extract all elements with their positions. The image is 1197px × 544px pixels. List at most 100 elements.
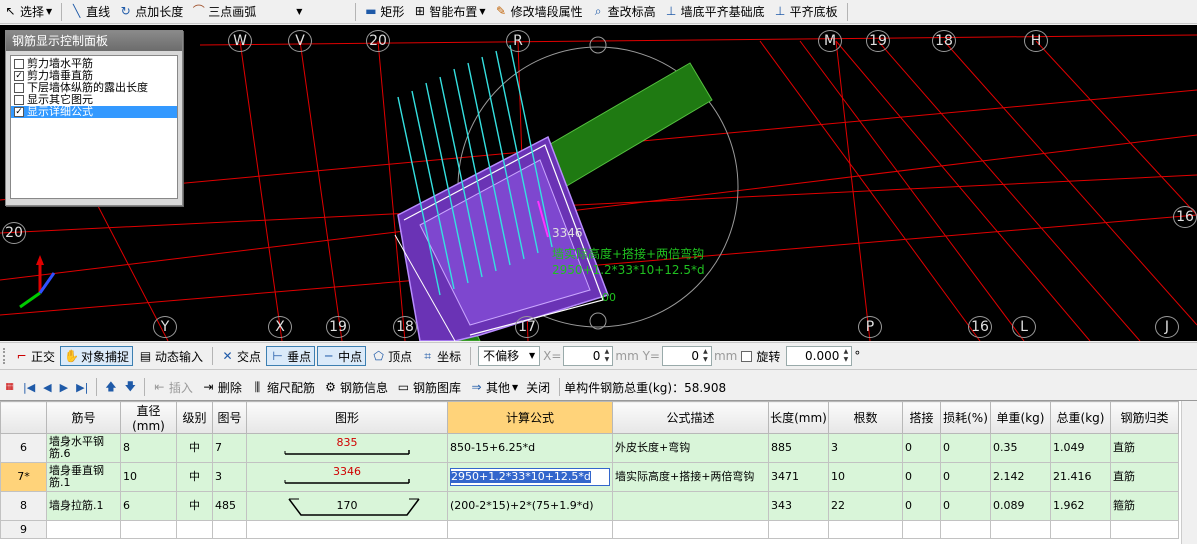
table-cell[interactable]: 485 xyxy=(212,491,247,521)
rebar-info-button[interactable]: ⚙ 钢筋信息 xyxy=(320,377,391,397)
table-cell[interactable]: 850-15+6.25*d xyxy=(447,433,613,463)
column-header[interactable]: 图号 xyxy=(212,401,247,434)
rotate-input[interactable]: 0.000 ▲ ▼ xyxy=(786,346,853,366)
row-header[interactable]: 6 xyxy=(0,433,47,463)
spinner-icon[interactable]: ▲ ▼ xyxy=(701,348,710,364)
table-cell[interactable] xyxy=(246,520,448,539)
next-record-icon[interactable]: ▶ xyxy=(56,381,72,394)
move-up-icon[interactable]: 🡅 xyxy=(101,378,120,397)
table-cell[interactable]: 343 xyxy=(768,491,829,521)
table-cell[interactable]: 1.962 xyxy=(1050,491,1111,521)
table-cell[interactable]: 0.089 xyxy=(990,491,1051,521)
table-cell[interactable]: 1.049 xyxy=(1050,433,1111,463)
table-cell[interactable]: 0 xyxy=(940,433,991,463)
table-row[interactable]: 6 墙身水平钢筋.6 8 中 7 835 850-15+6.25*d 外皮长度+弯钩 885 3 0… xyxy=(0,433,1179,463)
table-cell[interactable] xyxy=(612,520,769,539)
object-snap-button[interactable]: ✋ 对象捕捉 xyxy=(60,346,134,366)
table-cell[interactable]: 10 xyxy=(120,462,177,492)
table-cell[interactable]: 墙身水平钢筋.6 xyxy=(46,433,121,463)
other-button[interactable]: ⇒ 其他 ▼ xyxy=(466,377,521,397)
table-cell[interactable]: 0.35 xyxy=(990,433,1051,463)
column-header[interactable]: 长度(mm) xyxy=(768,401,829,434)
table-cell[interactable]: 10 xyxy=(828,462,903,492)
table-cell[interactable]: 直筋 xyxy=(1110,433,1179,463)
table-cell[interactable]: 835 xyxy=(246,433,448,463)
table-cell[interactable] xyxy=(990,520,1051,539)
checkbox[interactable] xyxy=(14,83,24,93)
rebar-library-button[interactable]: ▭ 钢筋图库 xyxy=(393,377,464,397)
table-cell[interactable] xyxy=(1110,520,1179,539)
scale-rebar-button[interactable]: ⫼ 缩尺配筋 xyxy=(247,377,318,397)
table-cell[interactable]: 2.142 xyxy=(990,462,1051,492)
rectangle-button[interactable]: ▬ 矩形 xyxy=(360,2,407,22)
table-cell[interactable] xyxy=(447,520,613,539)
table-cell[interactable]: 墙身拉筋.1 xyxy=(46,491,121,521)
midpoint-button[interactable]: ─ 中点 xyxy=(317,346,367,366)
table-cell[interactable]: 0 xyxy=(902,433,941,463)
y-input[interactable]: 0 ▲ ▼ xyxy=(661,346,712,366)
table-cell[interactable] xyxy=(902,520,941,539)
table-cell[interactable]: 0 xyxy=(940,462,991,492)
column-header[interactable] xyxy=(0,401,47,434)
panel-option-detail-formula[interactable]: ✓ 显示详细公式 xyxy=(11,106,177,118)
modify-wall-button[interactable]: ✎ 修改墙段属性 xyxy=(491,2,586,22)
table-cell[interactable]: 3 xyxy=(828,433,903,463)
coordinate-button[interactable]: ⌗ 坐标 xyxy=(417,346,464,366)
table-cell[interactable]: 中 xyxy=(176,433,213,463)
table-cell[interactable]: 3346 xyxy=(246,462,448,492)
first-record-icon[interactable]: |◀ xyxy=(19,381,39,394)
row-header[interactable]: 7* xyxy=(0,462,47,492)
column-header[interactable]: 总重(kg) xyxy=(1050,401,1111,434)
table-cell[interactable] xyxy=(212,520,247,539)
table-cell[interactable]: 3 xyxy=(212,462,247,492)
checkbox[interactable] xyxy=(14,95,24,105)
table-cell[interactable] xyxy=(1050,520,1111,539)
table-cell[interactable]: 中 xyxy=(176,462,213,492)
table-cell[interactable] xyxy=(612,491,769,521)
wall-align-base-button[interactable]: ⊥ 墙底平齐基础底 xyxy=(661,2,768,22)
column-header[interactable]: 级别 xyxy=(176,401,213,434)
table-cell[interactable] xyxy=(768,520,829,539)
column-header[interactable]: 公式描述 xyxy=(612,401,769,434)
arc-button[interactable]: ⌒ 三点画弧 ▼ xyxy=(188,2,305,22)
vertical-scrollbar[interactable] xyxy=(1181,401,1197,544)
spinner-icon[interactable]: ▲ ▼ xyxy=(841,348,850,364)
table-cell[interactable]: 墙实际高度+搭接+两倍弯钩 xyxy=(612,462,769,492)
offset-select[interactable]: 不偏移 ▼ xyxy=(478,346,541,366)
column-header[interactable]: 筋号 xyxy=(46,401,121,434)
table-cell[interactable]: 0 xyxy=(902,462,941,492)
select-button[interactable]: ↖ 选择 ▼ xyxy=(0,2,55,22)
column-header[interactable]: 钢筋归类 xyxy=(1110,401,1179,434)
table-cell[interactable]: 直筋 xyxy=(1110,462,1179,492)
table-cell[interactable] xyxy=(120,520,177,539)
table-cell[interactable] xyxy=(176,520,213,539)
table-cell[interactable]: 8 xyxy=(120,433,177,463)
column-header[interactable]: 单重(kg) xyxy=(990,401,1051,434)
column-header[interactable]: 图形 xyxy=(246,401,448,434)
table-cell[interactable] xyxy=(940,520,991,539)
table-cell[interactable]: 6 xyxy=(120,491,177,521)
x-input[interactable]: 0 ▲ ▼ xyxy=(563,346,614,366)
checkbox[interactable] xyxy=(14,59,24,69)
dynamic-input-button[interactable]: ▤ 动态输入 xyxy=(135,346,206,366)
column-header[interactable]: 搭接 xyxy=(902,401,941,434)
table-cell[interactable]: 墙身垂直钢筋.1 xyxy=(46,462,121,492)
close-button[interactable]: 关闭 xyxy=(523,377,553,397)
table-cell[interactable]: 170 xyxy=(246,491,448,521)
perpendicular-button[interactable]: ⊢ 垂点 xyxy=(266,346,316,366)
checkbox[interactable]: ✓ xyxy=(14,107,24,117)
table-cell[interactable]: 外皮长度+弯钩 xyxy=(612,433,769,463)
table-cell[interactable]: (200-2*15)+2*(75+1.9*d) xyxy=(447,491,613,521)
rotate-checkbox[interactable] xyxy=(741,350,753,362)
point-length-button[interactable]: ↻ 点加长度 xyxy=(115,2,186,22)
formula-editor[interactable]: 2950+1.2*33*10+12.5*d xyxy=(450,468,610,486)
table-cell[interactable]: 0 xyxy=(902,491,941,521)
column-header[interactable]: 损耗(%) xyxy=(940,401,991,434)
check-elevation-button[interactable]: ⌕ 查改标高 xyxy=(588,2,659,22)
column-header[interactable]: 根数 xyxy=(828,401,903,434)
table-cell[interactable]: 箍筋 xyxy=(1110,491,1179,521)
align-slab-button[interactable]: ⊥ 平齐底板 xyxy=(770,2,841,22)
table-cell[interactable]: 22 xyxy=(828,491,903,521)
smart-layout-button[interactable]: ⊞ 智能布置 ▼ xyxy=(409,2,488,22)
intersection-button[interactable]: ✕ 交点 xyxy=(217,346,264,366)
